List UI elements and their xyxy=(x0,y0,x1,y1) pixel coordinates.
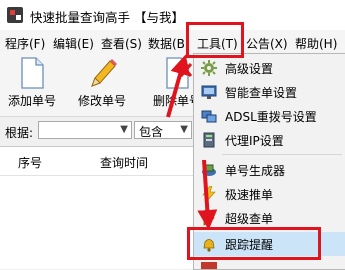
app-logo-icon xyxy=(7,7,23,23)
menu-item-number-generator[interactable]: 单号生成器 xyxy=(194,158,345,182)
annotation-box-tools-menu xyxy=(186,22,244,58)
gear-icon xyxy=(201,60,217,76)
menu-bar: 程序(F) 编辑(E) 查看(S) 数据(B) 工具(T) 公告(X) 帮助(H… xyxy=(0,30,345,53)
menu-separator xyxy=(222,154,342,155)
filter-label: 根据: xyxy=(5,126,34,140)
delete-document-icon xyxy=(166,57,192,89)
menu-program[interactable]: 程序(F) xyxy=(5,35,45,52)
filter-field-select[interactable]: ▼ xyxy=(38,121,132,139)
window-title: 快速批量查询高手 【与我】 xyxy=(30,10,184,25)
column-header-index[interactable]: 序号 xyxy=(18,154,42,171)
chevron-down-icon: ▼ xyxy=(120,124,128,135)
edit-order-button[interactable]: 修改单号 xyxy=(72,52,132,114)
menu-item-adsl-redial-settings[interactable]: ADSL重拨号设置 xyxy=(194,104,345,128)
menu-item-proxy-ip-settings[interactable]: 代理IP设置 xyxy=(194,128,345,152)
filter-mode-select[interactable]: 包含 ▼ xyxy=(134,121,192,139)
menu-data[interactable]: 数据(B) xyxy=(148,35,190,52)
super-query-icon xyxy=(203,210,215,226)
menu-view[interactable]: 查看(S) xyxy=(101,35,142,52)
menu-item-smart-query-settings[interactable]: 智能查单设置 xyxy=(194,80,345,104)
add-order-label: 添加单号 xyxy=(7,94,56,108)
menu-help[interactable]: 帮助(H) xyxy=(295,35,337,52)
monitor-icon xyxy=(201,85,217,99)
add-order-button[interactable]: 添加单号 xyxy=(4,52,60,114)
edit-order-label: 修改单号 xyxy=(77,94,126,108)
network-icon xyxy=(201,110,217,123)
server-icon xyxy=(203,132,215,148)
title-bar: 快速批量查询高手 【与我】 xyxy=(0,0,345,30)
annotation-box-tracking-reminder xyxy=(187,227,321,260)
menu-item-fast-push[interactable]: 极速推单 xyxy=(194,182,345,206)
filter-mode-value: 包含 xyxy=(139,125,164,139)
pencil-icon xyxy=(91,59,117,87)
lightning-icon xyxy=(202,186,216,202)
generator-icon xyxy=(202,164,216,176)
chevron-down-icon: ▼ xyxy=(180,124,188,135)
menu-notice[interactable]: 公告(X) xyxy=(246,35,288,52)
document-icon xyxy=(21,57,44,89)
menu-item-advanced-settings[interactable]: 高级设置 xyxy=(194,56,345,80)
column-header-query-time[interactable]: 查询时间 xyxy=(100,154,148,171)
menu-edit[interactable]: 编辑(E) xyxy=(53,35,94,52)
